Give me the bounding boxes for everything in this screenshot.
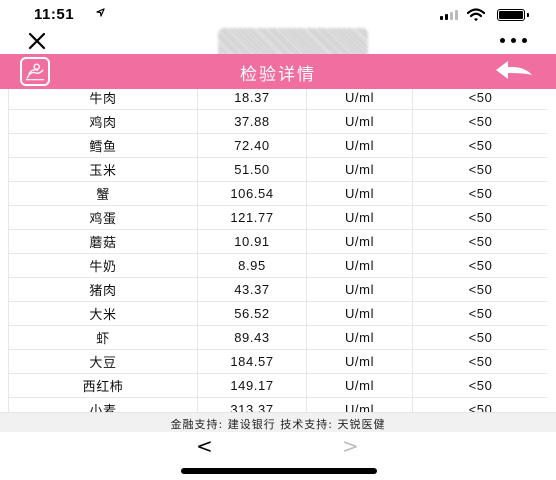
item-value: 106.54 [197, 181, 307, 206]
table-row: 虾 89.43 U/ml <50 [8, 325, 548, 350]
item-name: 玉米 [8, 157, 198, 182]
item-reference-range: <50 [412, 181, 548, 206]
item-reference-range: <50 [412, 301, 548, 326]
item-unit: U/ml [306, 349, 413, 374]
item-name: 鸡肉 [8, 109, 198, 134]
item-name: 猪肉 [8, 277, 198, 302]
item-value: 51.50 [197, 157, 307, 182]
battery-icon [497, 9, 529, 21]
item-reference-range: <50 [412, 277, 548, 302]
item-reference-range: <50 [412, 397, 548, 412]
browser-forward-button[interactable]: > [342, 434, 362, 458]
item-reference-range: <50 [412, 157, 548, 182]
table-row: 蘑菇 10.91 U/ml <50 [8, 229, 548, 254]
table-row: 西红柿 149.17 U/ml <50 [8, 373, 548, 398]
item-value: 43.37 [197, 277, 307, 302]
item-value: 56.52 [197, 301, 307, 326]
more-icon[interactable] [500, 38, 528, 44]
item-reference-range: <50 [412, 325, 548, 350]
item-value: 121.77 [197, 205, 307, 230]
item-name: 大豆 [8, 349, 198, 374]
table-row: 小麦 313.37 U/ml <50 [8, 397, 548, 412]
item-reference-range: <50 [412, 229, 548, 254]
item-unit: U/ml [306, 205, 413, 230]
browser-toolbar: < > [0, 432, 556, 480]
item-value: 72.40 [197, 133, 307, 158]
item-value: 89.43 [197, 325, 307, 350]
signal-icon [440, 10, 458, 20]
wifi-icon [467, 8, 485, 22]
item-value: 37.88 [197, 109, 307, 134]
table-row: 鸡肉 37.88 U/ml <50 [8, 109, 548, 134]
item-reference-range: <50 [412, 205, 548, 230]
back-arrow-icon[interactable] [490, 58, 538, 84]
location-arrow-icon [96, 8, 105, 17]
item-reference-range: <50 [412, 109, 548, 134]
item-value: 149.17 [197, 373, 307, 398]
table-row: 大豆 184.57 U/ml <50 [8, 349, 548, 374]
table-row: 牛奶 8.95 U/ml <50 [8, 253, 548, 278]
item-name: 西红柿 [8, 373, 198, 398]
item-value: 18.37 [197, 89, 307, 110]
item-unit: U/ml [306, 109, 413, 134]
table-row: 鸡蛋 121.77 U/ml <50 [8, 205, 548, 230]
item-unit: U/ml [306, 229, 413, 254]
item-name: 蟹 [8, 181, 198, 206]
item-name: 鳕鱼 [8, 133, 198, 158]
item-value: 8.95 [197, 253, 307, 278]
table-row: 大米 56.52 U/ml <50 [8, 301, 548, 326]
item-value: 10.91 [197, 229, 307, 254]
status-bar: 11:51 [0, 0, 556, 30]
page-title: 检验详情 [240, 65, 316, 85]
item-name: 大米 [8, 301, 198, 326]
home-indicator[interactable] [181, 468, 377, 474]
item-unit: U/ml [306, 133, 413, 158]
table-row: 蟹 106.54 U/ml <50 [8, 181, 548, 206]
results-table: 牛肉 18.37 U/ml <50 鸡肉 37.88 U/ml <50 鳕鱼 72.40 U/ml <… [8, 89, 548, 412]
table-row: 玉米 51.50 U/ml <50 [8, 157, 548, 182]
item-unit: U/ml [306, 301, 413, 326]
footer-support-text: 金融支持: 建设银行 技术支持: 天锐医健 [170, 418, 386, 431]
item-unit: U/ml [306, 277, 413, 302]
item-unit: U/ml [306, 373, 413, 398]
item-name: 小麦 [8, 397, 198, 412]
item-reference-range: <50 [412, 89, 548, 110]
item-name: 虾 [8, 325, 198, 350]
item-unit: U/ml [306, 181, 413, 206]
item-reference-range: <50 [412, 373, 548, 398]
item-name: 牛肉 [8, 89, 198, 110]
browser-back-button[interactable]: < [196, 434, 216, 458]
page-footer: 金融支持: 建设银行 技术支持: 天锐医健 [0, 412, 556, 432]
webview-nav-bar [0, 28, 556, 58]
item-unit: U/ml [306, 157, 413, 182]
item-name: 牛奶 [8, 253, 198, 278]
table-row: 猪肉 43.37 U/ml <50 [8, 277, 548, 302]
item-unit: U/ml [306, 253, 413, 278]
results-table-container[interactable]: 牛肉 18.37 U/ml <50 鸡肉 37.88 U/ml <50 鳕鱼 72.40 U/ml <… [8, 89, 548, 412]
status-time: 11:51 [34, 6, 75, 23]
table-row: 牛肉 18.37 U/ml <50 [8, 89, 548, 110]
item-unit: U/ml [306, 397, 413, 412]
page-header: 检验详情 [0, 54, 556, 89]
item-unit: U/ml [306, 89, 413, 110]
item-value: 313.37 [197, 397, 307, 412]
item-value: 184.57 [197, 349, 307, 374]
table-row: 鳕鱼 72.40 U/ml <50 [8, 133, 548, 158]
item-name: 蘑菇 [8, 229, 198, 254]
item-reference-range: <50 [412, 349, 548, 374]
item-unit: U/ml [306, 325, 413, 350]
item-reference-range: <50 [412, 253, 548, 278]
item-reference-range: <50 [412, 133, 548, 158]
item-name: 鸡蛋 [8, 205, 198, 230]
close-icon[interactable] [26, 30, 48, 52]
